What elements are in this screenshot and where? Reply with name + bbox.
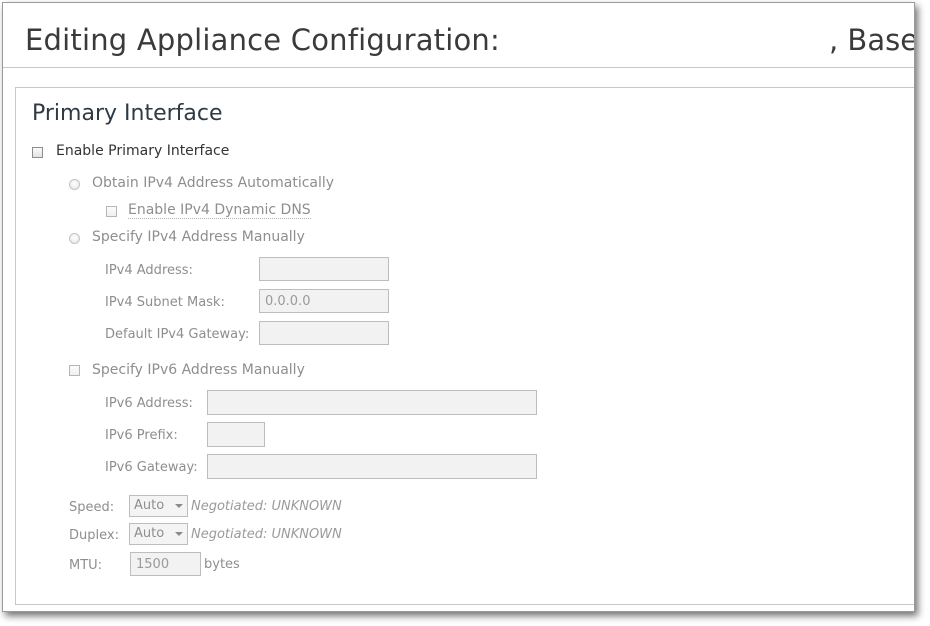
mtu-label: MTU:	[69, 558, 103, 573]
mtu-unit: bytes	[204, 557, 240, 572]
ipv4-auto-label[interactable]: Obtain IPv4 Address Automatically	[92, 175, 334, 191]
ipv4-manual-label[interactable]: Specify IPv4 Address Manually	[92, 229, 305, 245]
ipv4-auto-radio[interactable]	[69, 179, 80, 190]
enable-primary-interface-label[interactable]: Enable Primary Interface	[56, 143, 229, 159]
enable-primary-interface-checkbox[interactable]	[32, 147, 43, 158]
ipv4-manual-radio[interactable]	[69, 233, 80, 244]
ipv4-dynamic-dns-checkbox[interactable]	[106, 206, 117, 217]
ipv6-prefix-label: IPv6 Prefix:	[105, 428, 178, 443]
duplex-select-value: Auto	[134, 526, 165, 541]
ipv6-manual-label[interactable]: Specify IPv6 Address Manually	[92, 362, 305, 378]
ipv4-subnet-label: IPv4 Subnet Mask:	[105, 295, 225, 310]
appliance-config-window: Editing Appliance Configuration: , Base …	[2, 2, 915, 612]
speed-negotiated: Negotiated: UNKNOWN	[191, 499, 342, 514]
speed-select-value: Auto	[134, 498, 165, 513]
primary-interface-panel: Primary Interface Enable Primary Interfa…	[15, 87, 914, 605]
ipv6-gateway-label: IPv6 Gateway:	[105, 460, 198, 475]
ipv4-gateway-label: Default IPv4 Gateway:	[105, 327, 250, 342]
ipv4-subnet-input[interactable]	[259, 289, 389, 313]
ipv4-address-input[interactable]	[259, 257, 389, 281]
ipv6-address-label: IPv6 Address:	[105, 396, 193, 411]
duplex-negotiated: Negotiated: UNKNOWN	[191, 527, 342, 542]
mtu-input[interactable]	[130, 552, 201, 576]
chevron-down-icon	[175, 504, 183, 508]
page-title-suffix: , Base	[829, 23, 915, 57]
speed-select[interactable]: Auto	[129, 495, 188, 517]
page-title: Editing Appliance Configuration:	[25, 23, 500, 57]
section-title: Primary Interface	[32, 101, 223, 126]
chevron-down-icon	[175, 532, 183, 536]
ipv6-manual-checkbox[interactable]	[69, 365, 80, 376]
ipv4-gateway-input[interactable]	[259, 321, 389, 345]
title-bar: Editing Appliance Configuration: , Base	[3, 3, 914, 68]
ipv6-address-input[interactable]	[207, 390, 537, 415]
ipv4-address-label: IPv4 Address:	[105, 263, 193, 278]
duplex-select[interactable]: Auto	[129, 523, 188, 545]
speed-label: Speed:	[69, 500, 115, 515]
ipv4-dynamic-dns-label[interactable]: Enable IPv4 Dynamic DNS	[128, 202, 311, 219]
ipv6-prefix-input[interactable]	[207, 422, 265, 447]
ipv6-gateway-input[interactable]	[207, 454, 537, 479]
duplex-label: Duplex:	[69, 528, 119, 543]
